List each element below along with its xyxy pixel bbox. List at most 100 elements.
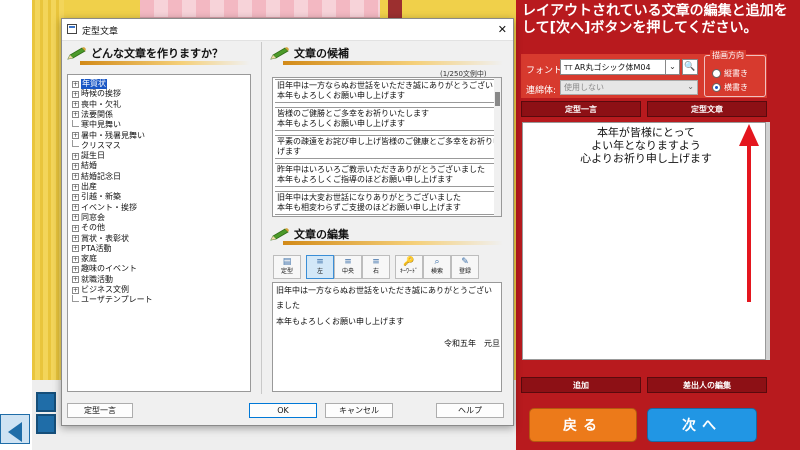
back-button[interactable]: 戻る — [529, 408, 637, 442]
expand-icon[interactable]: + — [72, 173, 79, 181]
teikei-hitokoto-button[interactable]: 定型一言 — [67, 403, 133, 418]
expand-icon[interactable]: + — [72, 224, 79, 232]
tree-item[interactable]: + 年賀状 — [72, 79, 107, 89]
expand-icon[interactable]: + — [72, 276, 79, 284]
expand-icon[interactable]: + — [72, 235, 79, 242]
expand-icon[interactable]: + — [72, 152, 79, 160]
tree-item[interactable]: + 同窓会 — [72, 213, 105, 223]
candidates-list[interactable]: 旧年中は一方ならぬお世話をいただき誠にありがとうございました 本年もよろしくお願い… — [272, 77, 502, 217]
tree-item[interactable]: + 引越・新築 — [72, 192, 121, 202]
add-button[interactable]: 追加 — [521, 377, 641, 393]
tree-item[interactable]: + 賞状・表彰状 — [72, 234, 129, 244]
next-button[interactable]: 次へ — [647, 408, 757, 442]
cancel-button[interactable]: キャンセル — [325, 403, 393, 418]
tree-item[interactable]: + 喪中・欠礼 — [72, 100, 121, 110]
expand-icon[interactable]: + — [72, 183, 79, 191]
tree-item[interactable]: + 結婚記念日 — [72, 172, 121, 182]
text-editor[interactable] — [272, 282, 502, 392]
candidate-item[interactable]: 平素の疎遠をお詫び申し上げ皆様のご健康とご多幸をお祈り申し上 げます — [275, 135, 495, 159]
expand-icon[interactable]: + — [72, 193, 79, 201]
preview-line: 本年が皆様にとって — [596, 126, 696, 139]
expand-icon[interactable]: + — [72, 204, 79, 212]
background-decoration — [140, 0, 380, 18]
tree-item[interactable]: + その他 — [72, 223, 105, 233]
editor-line[interactable]: ました — [276, 300, 300, 311]
tree-item-label: 出産 — [81, 182, 97, 191]
window-icon — [67, 24, 77, 34]
tree-item[interactable]: + イベント・挨拶 — [72, 203, 137, 213]
connection-label: 連綿体: — [526, 86, 557, 96]
search-button[interactable]: ⌕ 検索 — [423, 255, 451, 279]
direction-horizontal-radio[interactable]: 横書き — [712, 82, 748, 93]
expand-icon[interactable]: + — [72, 162, 79, 170]
tree-item[interactable]: クリスマス — [72, 140, 121, 151]
tree-item[interactable]: + 時候の挨拶 — [72, 89, 121, 99]
align-left-button[interactable]: ≡ 左 — [306, 255, 334, 279]
tab-teikei-bunsho[interactable]: 定型文章 — [647, 101, 767, 117]
direction-vertical-radio[interactable]: 縦書き — [712, 68, 748, 79]
tool-label: ｷｰﾜｰﾄﾞ — [399, 268, 418, 275]
tree-item[interactable]: + 出産 — [72, 182, 97, 192]
candidates-scroll-thumb[interactable] — [495, 92, 500, 106]
expand-icon[interactable]: + — [72, 245, 79, 253]
search-icon: 🔍 — [684, 62, 696, 72]
tree-item[interactable]: + 法要関係 — [72, 110, 113, 120]
background-tool-icon[interactable] — [36, 414, 56, 434]
tree-item[interactable]: + 暑中・残暑見舞い — [72, 131, 145, 141]
tree-item[interactable]: + 結婚 — [72, 161, 97, 171]
align-center-button[interactable]: ≡ 中央 — [334, 255, 362, 279]
tool-label: 中央 — [341, 268, 354, 275]
expand-icon[interactable]: + — [72, 255, 79, 263]
font-select[interactable]: TT AR丸ゴシック体M04 — [560, 59, 666, 75]
tree-item-label: PTA活動 — [81, 243, 112, 253]
editor-line[interactable]: 旧年中は一方ならぬお世話をいただき誠にありがとうござい — [276, 285, 492, 296]
tree-item[interactable]: + 誕生日 — [72, 151, 105, 161]
tree-item-label: 賞状・表彰状 — [81, 233, 129, 243]
expand-icon[interactable]: + — [72, 214, 79, 222]
expand-icon[interactable]: + — [72, 80, 79, 88]
candidate-item[interactable]: 昨年中はいろいろご教示いただきありがとうございました 本年もよろしくご指導のほどお… — [275, 163, 495, 187]
font-search-button[interactable]: 🔍 — [682, 59, 698, 75]
category-tree[interactable]: + 年賀状 + 時候の挨拶 + 喪中・欠礼 + 法要関係 寒中見舞い + 暑中・残暑見舞い クリスマス… — [67, 74, 251, 392]
expand-icon[interactable]: + — [72, 111, 79, 119]
radio-label: 縦書き — [724, 69, 748, 78]
tree-item[interactable]: + 就職活動 — [72, 275, 113, 285]
sender-edit-button[interactable]: 差出人の編集 — [647, 377, 767, 393]
tab-teikei-hitokoto[interactable]: 定型一言 — [521, 101, 641, 117]
dialog-titlebar[interactable]: 定型文章 ✕ — [62, 19, 513, 41]
align-right-button[interactable]: ≡ 右 — [362, 255, 390, 279]
editor-line[interactable]: 本年もよろしくお願い申し上げます — [276, 316, 404, 327]
chevron-down-icon: ⌄ — [669, 62, 676, 71]
preview-line: 心よりお祈り申し上げます — [580, 152, 712, 165]
candidate-item[interactable]: 旧年中は一方ならぬお世話をいただき誠にありがとうございました 本年もよろしくお願い… — [275, 79, 495, 103]
expand-icon[interactable]: + — [72, 90, 79, 98]
direction-title: 描画方向 — [710, 50, 746, 61]
preview-scrollbar[interactable] — [766, 122, 770, 360]
background-decoration-accent — [388, 0, 402, 18]
close-icon[interactable]: ✕ — [498, 23, 507, 36]
editor-signature[interactable]: 令和五年 元旦 — [444, 338, 500, 349]
connection-select[interactable]: 使用しない ⌄ — [560, 80, 698, 95]
tree-item[interactable]: + 家庭 — [72, 254, 97, 264]
register-button[interactable]: ✎ 登録 — [451, 255, 479, 279]
tree-item[interactable]: + PTA活動 — [72, 244, 112, 254]
tree-item-label: 時候の挨拶 — [81, 89, 121, 99]
expand-icon[interactable]: + — [72, 132, 79, 139]
keyword-button[interactable]: 🔑 ｷｰﾜｰﾄﾞ — [395, 255, 423, 279]
tree-item-label: 就職活動 — [81, 274, 113, 284]
ok-button[interactable]: OK — [249, 403, 317, 418]
tree-item[interactable]: 寒中見舞い — [72, 119, 121, 130]
tree-item[interactable]: ユーザテンプレート — [72, 294, 153, 305]
background-tool-icon[interactable] — [36, 392, 56, 412]
expand-icon[interactable]: + — [72, 286, 79, 294]
expand-icon[interactable]: + — [72, 265, 79, 273]
tree-item[interactable]: + 趣味のイベント — [72, 264, 137, 274]
tree-item-label: ユーザテンプレート — [81, 295, 153, 305]
candidate-item[interactable]: 皆様のご健勝とご多幸をお祈りいたします 本年もよろしくお願い申し上げます — [275, 107, 495, 131]
expand-icon[interactable]: + — [72, 101, 79, 109]
font-dropdown-button[interactable]: ⌄ — [666, 59, 680, 75]
tree-item[interactable]: + ビジネス文例 — [72, 285, 129, 295]
template-tool-button[interactable]: ▤ 定型 — [273, 255, 301, 279]
candidate-item[interactable]: 旧年中は大変お世話になりありがとうございました 本年も相変わらずご支援のほどお願い… — [275, 191, 495, 215]
help-button[interactable]: ヘルプ — [436, 403, 504, 418]
